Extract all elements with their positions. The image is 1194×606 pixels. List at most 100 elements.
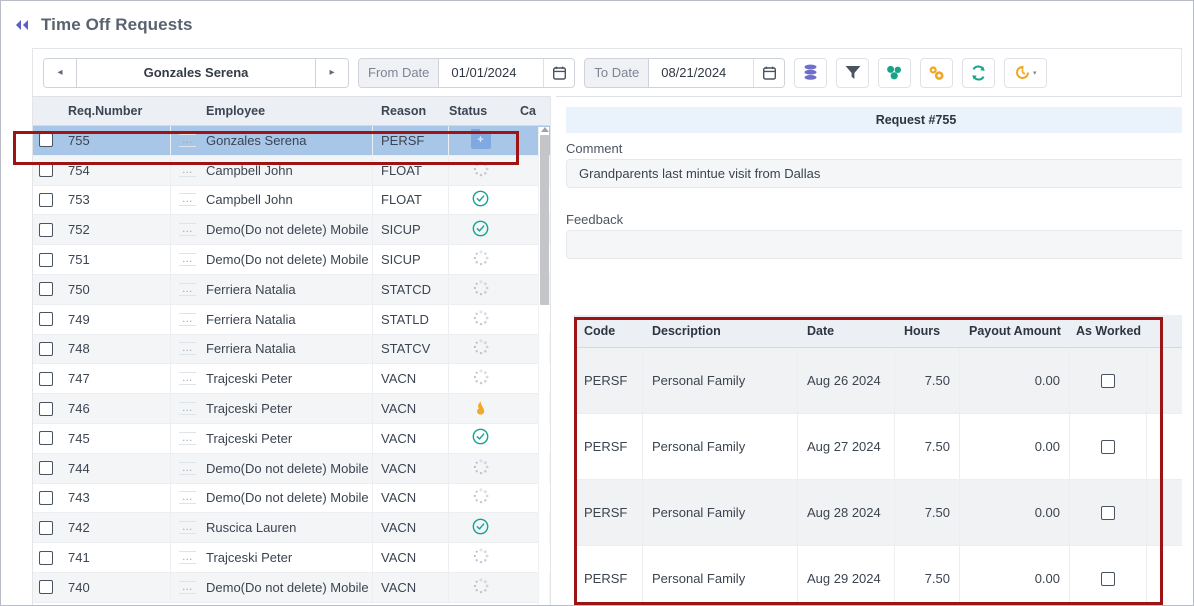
table-row[interactable]: 755 … Gonzales Serena PERSF + — [33, 126, 550, 156]
row-menu-button[interactable]: … — [179, 253, 196, 267]
pending-spinner-icon[interactable] — [473, 548, 489, 567]
row-menu-button[interactable]: … — [179, 133, 196, 147]
row-select-cell[interactable] — [33, 484, 60, 513]
table-row[interactable]: 747 … Trajceski Peter VACN — [33, 364, 550, 395]
table-row[interactable]: 749 … Ferriera Natalia STATLD — [33, 304, 550, 335]
row-menu-cell[interactable]: … — [171, 513, 198, 542]
column-header-ca[interactable]: Ca — [512, 104, 550, 118]
row-checkbox[interactable] — [39, 133, 53, 148]
row-menu-button[interactable]: … — [179, 491, 196, 505]
table-row[interactable]: 742 … Ruscica Lauren VACN — [33, 513, 550, 544]
table-row[interactable]: PERSF Personal Family Aug 29 2024 7.50 0.00 — [575, 546, 1182, 605]
cell-as-worked[interactable] — [1070, 480, 1147, 545]
row-menu-button[interactable]: … — [179, 372, 196, 386]
cell-status[interactable] — [449, 245, 512, 274]
row-menu-cell[interactable]: … — [171, 573, 198, 602]
cell-status[interactable] — [449, 275, 512, 304]
table-row[interactable]: 746 … Trajceski Peter VACN — [33, 394, 550, 424]
employee-name-value[interactable]: Gonzales Serena — [77, 58, 315, 87]
row-menu-button[interactable]: … — [179, 193, 196, 207]
cell-status[interactable] — [449, 543, 512, 572]
previous-employee-button[interactable]: ◂ — [44, 58, 77, 87]
row-select-cell[interactable] — [33, 543, 60, 572]
pending-spinner-icon[interactable] — [473, 578, 489, 597]
collapse-left-icon[interactable] — [11, 14, 33, 36]
column-header-code[interactable]: Code — [575, 315, 643, 347]
table-row[interactable]: PERSF Personal Family Aug 26 2024 7.50 0.00 — [575, 348, 1182, 414]
row-menu-button[interactable]: … — [179, 312, 196, 326]
row-select-cell[interactable] — [33, 573, 60, 602]
row-menu-cell[interactable]: … — [171, 335, 198, 364]
cell-status[interactable] — [449, 573, 512, 602]
row-menu-cell[interactable]: … — [171, 275, 198, 304]
cell-status[interactable] — [449, 156, 512, 185]
row-select-cell[interactable] — [33, 215, 60, 244]
column-header-description[interactable]: Description — [643, 315, 798, 347]
to-date-calendar-icon[interactable] — [753, 58, 785, 87]
pending-spinner-icon[interactable] — [473, 310, 489, 329]
cell-status[interactable] — [449, 305, 512, 334]
row-menu-cell[interactable]: … — [171, 394, 198, 423]
approved-check-icon[interactable] — [472, 220, 489, 240]
pending-spinner-icon[interactable] — [473, 488, 489, 507]
table-row[interactable]: PERSF Personal Family Aug 27 2024 7.50 0.00 — [575, 414, 1182, 480]
row-menu-cell[interactable]: … — [171, 484, 198, 513]
column-header-hours[interactable]: Hours — [895, 315, 960, 347]
cell-status[interactable] — [449, 484, 512, 513]
cubes-icon[interactable] — [878, 57, 912, 88]
cell-status[interactable] — [449, 394, 512, 423]
row-select-cell[interactable] — [33, 245, 60, 274]
scroll-up-arrow-icon[interactable] — [541, 127, 549, 132]
as-worked-checkbox[interactable] — [1101, 505, 1115, 520]
table-row[interactable]: 741 … Trajceski Peter VACN — [33, 543, 550, 573]
row-menu-cell[interactable]: … — [171, 245, 198, 274]
as-worked-checkbox[interactable] — [1101, 439, 1115, 454]
row-menu-button[interactable]: … — [179, 342, 196, 356]
column-header-as-worked[interactable]: As Worked — [1070, 315, 1147, 347]
row-menu-button[interactable]: … — [179, 521, 196, 535]
table-row[interactable]: 743 … Demo(Do not delete) Mobile VACN — [33, 483, 550, 514]
approved-check-icon[interactable] — [472, 428, 489, 448]
history-dropdown-caret[interactable]: ▾ — [1033, 69, 1037, 77]
row-menu-button[interactable]: … — [179, 163, 196, 177]
gears-icon[interactable] — [920, 57, 954, 88]
table-row[interactable]: 753 … Campbell John FLOAT — [33, 185, 550, 216]
cell-status[interactable] — [449, 364, 512, 393]
row-menu-button[interactable]: … — [179, 402, 196, 416]
row-select-cell[interactable] — [33, 454, 60, 483]
from-date-input[interactable]: 01/01/2024 — [439, 58, 544, 87]
table-row[interactable]: 751 … Demo(Do not delete) Mobile SICUP — [33, 245, 550, 275]
table-row[interactable]: 740 … Demo(Do not delete) Mobile VACN — [33, 572, 550, 603]
row-select-cell[interactable] — [33, 335, 60, 364]
row-checkbox[interactable] — [39, 163, 53, 178]
approved-check-icon[interactable] — [472, 518, 489, 538]
table-row[interactable]: PERSF Personal Family Aug 28 2024 7.50 0.00 — [575, 480, 1182, 546]
row-menu-button[interactable]: … — [179, 461, 196, 475]
refresh-icon[interactable] — [962, 57, 996, 88]
table-row[interactable]: 745 … Trajceski Peter VACN — [33, 423, 550, 454]
cell-as-worked[interactable] — [1070, 414, 1147, 479]
filter-icon[interactable] — [836, 57, 870, 88]
to-date-input[interactable]: 08/21/2024 — [649, 58, 754, 87]
database-icon[interactable] — [794, 57, 828, 88]
row-menu-button[interactable]: … — [179, 223, 196, 237]
row-menu-cell[interactable]: … — [171, 305, 198, 334]
row-select-cell[interactable] — [33, 126, 60, 155]
row-menu-cell[interactable]: … — [171, 186, 198, 215]
row-checkbox[interactable] — [39, 312, 53, 327]
row-menu-cell[interactable]: … — [171, 543, 198, 572]
cell-as-worked[interactable] — [1070, 546, 1147, 605]
cell-status[interactable] — [449, 335, 512, 364]
row-menu-button[interactable]: … — [179, 580, 196, 594]
row-menu-cell[interactable]: … — [171, 424, 198, 453]
row-menu-button[interactable]: … — [179, 282, 196, 296]
row-menu-button[interactable]: … — [179, 551, 196, 565]
add-folder-icon[interactable]: + — [470, 128, 491, 149]
row-menu-cell[interactable]: … — [171, 364, 198, 393]
row-checkbox[interactable] — [39, 580, 53, 595]
scrollbar-thumb[interactable] — [540, 135, 549, 305]
requests-grid-scrollbar[interactable] — [538, 127, 549, 605]
pending-spinner-icon[interactable] — [473, 459, 489, 478]
row-select-cell[interactable] — [33, 305, 60, 334]
table-row[interactable]: 750 … Ferriera Natalia STATCD — [33, 274, 550, 305]
